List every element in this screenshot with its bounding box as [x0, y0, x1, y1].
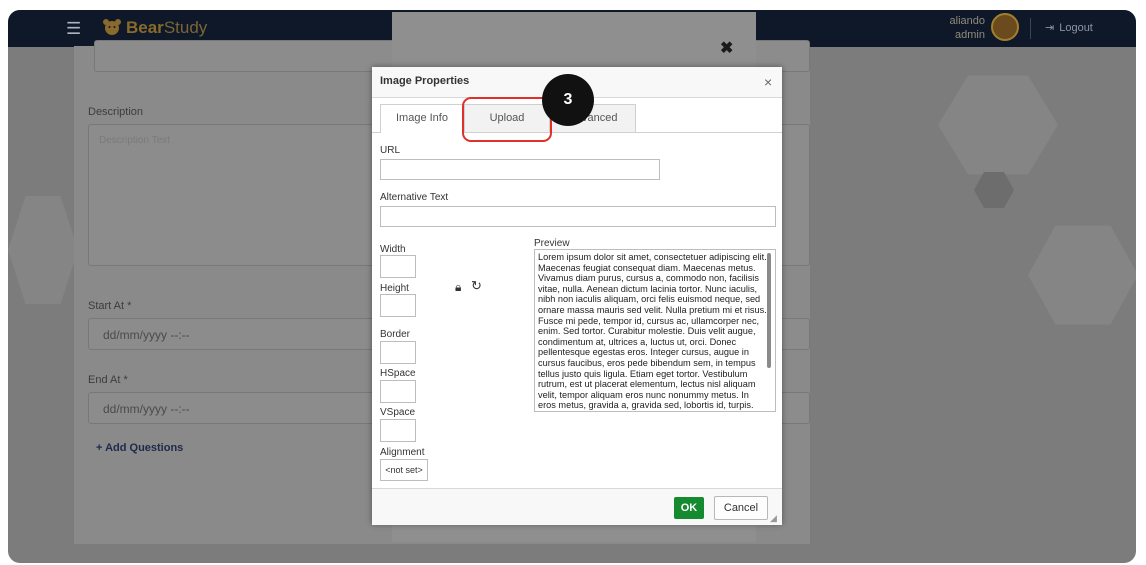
- dialog-title: Image Properties: [380, 75, 470, 87]
- step-number-badge: 3: [542, 74, 594, 126]
- add-questions-button[interactable]: + Add Questions: [96, 442, 183, 454]
- hexagon-decoration: [8, 196, 78, 304]
- hspace-input[interactable]: [380, 380, 416, 403]
- ok-button[interactable]: OK: [674, 497, 704, 519]
- resize-handle-icon[interactable]: ◢: [770, 513, 777, 524]
- logout-icon: ⇥: [1045, 22, 1055, 34]
- avatar[interactable]: [991, 13, 1019, 41]
- url-input[interactable]: [380, 159, 660, 180]
- alignment-label: Alignment: [380, 447, 425, 458]
- vspace-label: VSpace: [380, 407, 416, 418]
- start-at-label: Start At *: [88, 300, 132, 312]
- image-preview: Lorem ipsum dolor sit amet, consectetuer…: [534, 249, 776, 412]
- brand-name[interactable]: BearStudy: [126, 18, 207, 38]
- tab-image-info[interactable]: Image Info: [380, 104, 464, 133]
- navbar-divider: [1030, 18, 1031, 39]
- bear-logo-icon: [103, 19, 121, 35]
- width-input[interactable]: [380, 255, 416, 278]
- hspace-label: HSpace: [380, 368, 416, 379]
- logout-button[interactable]: ⇥ Logout: [1045, 21, 1093, 34]
- lock-icon[interactable]: 🔒︎: [455, 280, 461, 295]
- height-input[interactable]: [380, 294, 416, 317]
- preview-text: Lorem ipsum dolor sit amet, consectetuer…: [538, 252, 767, 411]
- preview-scrollbar[interactable]: [767, 253, 771, 368]
- description-label: Description: [88, 106, 144, 118]
- preview-label: Preview: [534, 238, 570, 249]
- height-label: Height: [380, 283, 409, 294]
- end-at-label: End At *: [88, 374, 128, 386]
- image-properties-dialog: Image Properties × Image Info Upload Adv…: [372, 67, 782, 525]
- user-name: aliando: [949, 15, 985, 27]
- hamburger-icon[interactable]: ☰: [66, 19, 81, 39]
- alt-text-label: Alternative Text: [380, 192, 449, 203]
- reset-size-icon[interactable]: ↻: [471, 278, 482, 294]
- dialog-footer: OK Cancel: [372, 488, 782, 525]
- hexagon-decoration: [938, 75, 1058, 175]
- alt-text-input[interactable]: [380, 206, 776, 227]
- close-icon[interactable]: ✖: [720, 38, 733, 58]
- close-icon[interactable]: ×: [764, 74, 772, 90]
- user-role: admin: [955, 29, 985, 41]
- url-label: URL: [380, 145, 401, 156]
- hexagon-decoration: [1028, 225, 1136, 325]
- hexagon-decoration: [974, 172, 1014, 208]
- border-input[interactable]: [380, 341, 416, 364]
- border-label: Border: [380, 329, 411, 340]
- cancel-button[interactable]: Cancel: [714, 496, 768, 520]
- upload-tab-highlight: [462, 97, 552, 142]
- width-label: Width: [380, 244, 406, 255]
- vspace-input[interactable]: [380, 419, 416, 442]
- alignment-select[interactable]: <not set>: [380, 459, 428, 481]
